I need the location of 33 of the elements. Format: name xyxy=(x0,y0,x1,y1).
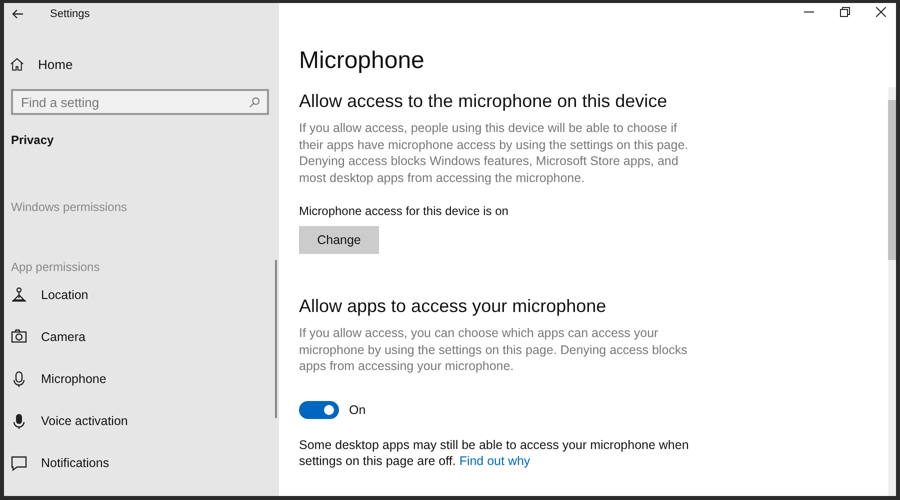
window-title: Settings xyxy=(50,8,90,20)
group-heading: App permissions xyxy=(11,260,101,274)
restore-icon[interactable] xyxy=(840,7,850,17)
search-icon xyxy=(249,97,260,108)
microphone-icon xyxy=(11,371,27,387)
sidebar-item[interactable]: Location xyxy=(4,274,279,316)
find-out-why-link[interactable]: Find out why xyxy=(459,454,530,468)
filled-microphone-icon xyxy=(11,413,27,429)
sidebar-item[interactable]: Microphone xyxy=(4,358,279,400)
change-button[interactable]: Change xyxy=(299,226,379,254)
group-heading: Windows permissions xyxy=(11,200,128,214)
scrollbar-thumb[interactable] xyxy=(888,100,896,260)
category-heading: Privacy xyxy=(11,133,55,147)
toggle-switch[interactable] xyxy=(299,400,339,418)
toggle-label: On xyxy=(349,402,366,416)
search-field[interactable]: Find a setting xyxy=(11,89,269,115)
sidebar-item[interactable]: Notifications xyxy=(4,442,279,484)
note-text: Some desktop apps may still be able to access your microphone when settings on this page are off. Find out why xyxy=(299,436,690,470)
status-text: Microphone access for this device is on xyxy=(299,204,510,218)
sidebar-item[interactable]: Voice activation xyxy=(4,400,279,442)
home-icon xyxy=(10,57,24,71)
section-description: If you allow access, people using this device will be able to choose if their apps have microphone access by using the settings on this page. Denying access blocks Windows features, Microsoft Store apps, and most desktop apps from accessing the microphone. xyxy=(299,120,690,186)
close-icon[interactable] xyxy=(876,7,886,17)
page-title: Microphone xyxy=(299,47,426,75)
back-arrow-icon[interactable] xyxy=(12,9,24,19)
camera-icon xyxy=(11,329,27,345)
sidebar-item[interactable]: Camera xyxy=(4,316,279,358)
speech-bubble-icon xyxy=(11,455,27,471)
person-pin-icon xyxy=(11,287,27,303)
section-heading: Allow access to the microphone on this device xyxy=(299,91,668,112)
home-link[interactable]: Home xyxy=(10,53,279,75)
section-heading: Allow apps to access your microphone xyxy=(299,296,608,317)
section-description: If you allow access, you can choose which apps can access your microphone by using the settings on this page. Denying access blocks apps from accessing your microphone. xyxy=(299,325,688,374)
